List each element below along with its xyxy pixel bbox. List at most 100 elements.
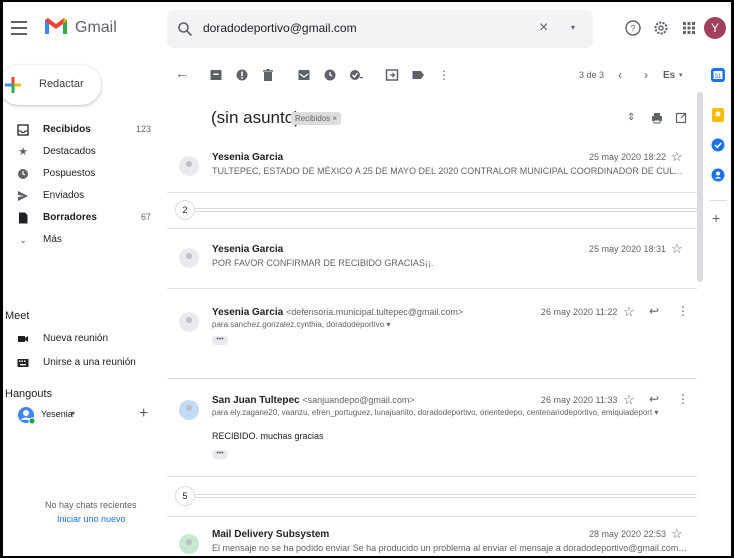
thread-message[interactable]: Yesenia Garcia <defensoria.municipal.tul… bbox=[175, 302, 697, 358]
sender-email: <sanjuandepo@gmail.com> bbox=[302, 395, 415, 405]
reply-icon[interactable]: ↩ bbox=[649, 392, 659, 406]
no-chats-text: No hay chats recientes bbox=[45, 500, 137, 510]
sidebar-item-starred[interactable]: ★ Destacados bbox=[3, 141, 153, 163]
gmail-logo-icon[interactable] bbox=[43, 16, 69, 36]
sidebar-item-snoozed[interactable]: Pospuestos bbox=[3, 163, 153, 185]
star-icon: ★ bbox=[18, 146, 28, 158]
print-icon[interactable] bbox=[651, 112, 663, 124]
hangouts-user-caret[interactable]: ▾ bbox=[71, 409, 75, 418]
get-addons-icon[interactable]: + bbox=[712, 210, 720, 226]
delete-icon[interactable] bbox=[261, 68, 275, 82]
move-to-icon[interactable] bbox=[385, 68, 399, 82]
side-panel: 31 + bbox=[703, 58, 731, 556]
sender-avatar bbox=[179, 156, 199, 176]
more-options-icon[interactable]: ⋮ bbox=[677, 304, 689, 318]
input-tools-button[interactable]: Es bbox=[663, 70, 675, 81]
sidebar-item-more[interactable]: ⌄ Más bbox=[3, 229, 153, 251]
thread-message[interactable]: San Juan Tultepec <sanjuandepo@gmail.com… bbox=[175, 390, 697, 470]
expand-all-icon[interactable]: ⇕ bbox=[627, 112, 635, 123]
new-meeting-item[interactable]: Nueva reunión bbox=[3, 328, 153, 350]
collapsed-count-badge[interactable]: 2 bbox=[175, 200, 195, 220]
thread-message[interactable]: Yesenia Garcia TULTEPEC, ESTADO DE MÉXIC… bbox=[175, 148, 697, 188]
divider bbox=[167, 516, 697, 517]
divider bbox=[167, 192, 697, 193]
join-meeting-item[interactable]: Unirse a una reunión bbox=[3, 352, 153, 374]
star-icon[interactable]: ☆ bbox=[671, 526, 683, 542]
search-icon[interactable] bbox=[177, 21, 193, 37]
user-avatar-icon bbox=[18, 407, 35, 424]
video-camera-icon bbox=[18, 336, 28, 342]
clock-icon bbox=[18, 169, 28, 179]
more-options-icon[interactable]: ⋮ bbox=[677, 392, 689, 406]
add-to-tasks-icon[interactable] bbox=[349, 68, 363, 82]
message-sender: Yesenia Garcia <defensoria.municipal.tul… bbox=[212, 307, 463, 318]
keep-icon[interactable] bbox=[711, 108, 725, 122]
brand-name[interactable]: Gmail bbox=[75, 19, 117, 37]
star-icon[interactable]: ☆ bbox=[623, 304, 635, 320]
sidebar-item-label: Recibidos bbox=[43, 124, 91, 135]
message-recipients[interactable]: para sanchez.gonzalez.cynthia, doradodep… bbox=[212, 320, 552, 329]
search-bar[interactable]: doradodeportivo@gmail.com × ▾ bbox=[167, 10, 593, 48]
message-sender: Yesenia Garcia bbox=[212, 152, 284, 163]
sender-name: San Juan Tultepec bbox=[212, 395, 300, 406]
gmail-app: Gmail doradodeportivo@gmail.com × ▾ ? Y … bbox=[3, 2, 731, 556]
sidebar-item-label: Pospuestos bbox=[43, 168, 96, 179]
sidebar-item-drafts[interactable]: Borradores 67 bbox=[3, 207, 153, 229]
thread-message[interactable]: Mail Delivery Subsystem El mensaje no se… bbox=[175, 524, 697, 556]
newer-chevron-icon[interactable]: ‹ bbox=[613, 68, 627, 82]
meet-title: Meet bbox=[5, 310, 30, 322]
show-trimmed-content-button[interactable]: ••• bbox=[212, 336, 228, 345]
sender-email: <defensoria.municipal.tultepec@gmail.com… bbox=[285, 307, 464, 317]
message-recipients[interactable]: para ely.zagane20, vaanzu, efren_portugu… bbox=[212, 408, 688, 417]
hangouts-user-name: Yesenia bbox=[41, 409, 73, 419]
add-chat-icon[interactable]: + bbox=[139, 405, 148, 423]
divider bbox=[167, 378, 697, 379]
reply-icon[interactable]: ↩ bbox=[649, 304, 659, 318]
inbox-label-chip[interactable]: Recibidos × bbox=[291, 112, 342, 125]
clear-search-icon[interactable]: × bbox=[539, 19, 548, 37]
compose-button[interactable]: Redactar bbox=[3, 65, 101, 105]
thread-subject: (sin asunto) bbox=[211, 108, 300, 127]
more-options-icon[interactable]: ⋮ bbox=[437, 68, 451, 82]
label-icon[interactable] bbox=[411, 68, 425, 82]
message-date: 26 may 2020 11:33 bbox=[541, 395, 618, 405]
calendar-icon[interactable]: 31 bbox=[711, 68, 725, 82]
input-tools-caret[interactable]: ▾ bbox=[679, 71, 683, 79]
svg-text:31: 31 bbox=[715, 74, 722, 80]
settings-icon[interactable] bbox=[652, 19, 670, 37]
star-icon[interactable]: ☆ bbox=[671, 241, 683, 257]
sender-avatar bbox=[179, 312, 199, 332]
sidebar-item-count: 123 bbox=[135, 124, 151, 134]
search-input[interactable]: doradodeportivo@gmail.com bbox=[203, 21, 357, 35]
thread-message[interactable]: Yesenia Garcia POR FAVOR CONFIRMAR DE RE… bbox=[175, 240, 697, 280]
back-arrow-icon[interactable]: ← bbox=[175, 66, 189, 80]
search-options-icon[interactable]: ▾ bbox=[571, 23, 575, 32]
help-icon[interactable]: ? bbox=[624, 19, 642, 37]
menu-icon[interactable] bbox=[11, 21, 27, 35]
star-icon[interactable]: ☆ bbox=[623, 392, 635, 408]
message-snippet: El mensaje no se ha podido enviar Se ha … bbox=[212, 543, 688, 553]
sender-name: Yesenia Garcia bbox=[212, 307, 284, 318]
mark-unread-icon[interactable] bbox=[297, 68, 311, 82]
report-spam-icon[interactable] bbox=[235, 68, 249, 82]
divider bbox=[167, 228, 697, 229]
archive-icon[interactable] bbox=[209, 68, 223, 82]
sidebar-item-inbox[interactable]: Recibidos 123 bbox=[3, 119, 153, 141]
collapsed-count-badge[interactable]: 5 bbox=[175, 486, 195, 506]
contacts-icon[interactable] bbox=[711, 168, 725, 182]
compose-label: Redactar bbox=[39, 78, 84, 90]
star-icon[interactable]: ☆ bbox=[671, 149, 683, 165]
tasks-icon[interactable] bbox=[711, 138, 725, 152]
show-trimmed-content-button[interactable]: ••• bbox=[212, 450, 228, 459]
sidebar-item-label: Destacados bbox=[43, 146, 96, 157]
open-new-window-icon[interactable] bbox=[675, 112, 687, 124]
start-new-chat-link[interactable]: Iniciar uno nuevo bbox=[57, 514, 126, 524]
older-chevron-icon[interactable]: › bbox=[639, 68, 653, 82]
apps-grid-icon[interactable] bbox=[680, 19, 698, 37]
account-avatar[interactable]: Y bbox=[704, 17, 726, 39]
new-meeting-label: Nueva reunión bbox=[43, 333, 109, 344]
message-date: 28 may 2020 22:53 bbox=[589, 529, 667, 539]
sidebar-item-sent[interactable]: Enviados bbox=[3, 185, 153, 207]
snooze-icon[interactable] bbox=[323, 68, 337, 82]
hangouts-user[interactable]: Yesenia ▾ + bbox=[3, 404, 153, 426]
